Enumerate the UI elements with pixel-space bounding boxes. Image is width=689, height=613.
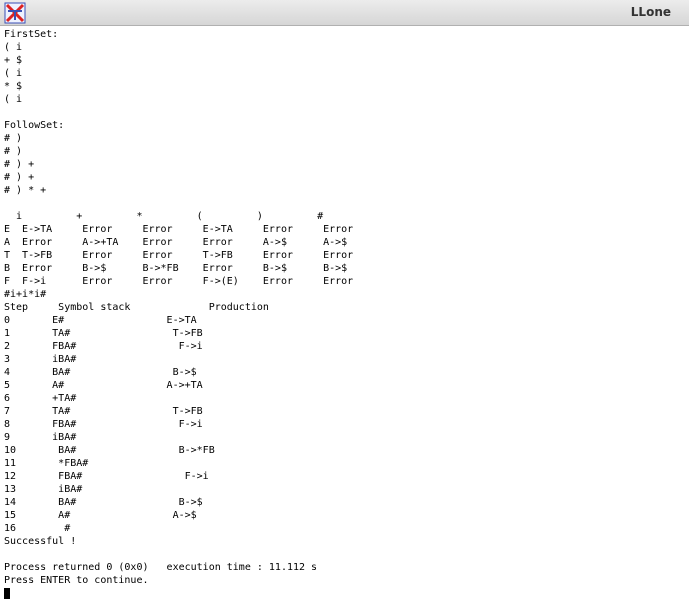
terminal-line: T T->FB Error Error T->FB Error Error — [4, 250, 354, 261]
terminal-line: + $ — [4, 55, 23, 66]
terminal-line: # ) + — [4, 172, 35, 183]
terminal-line: # ) — [4, 146, 23, 157]
terminal-line: E E->TA Error Error E->TA Error Error — [4, 224, 354, 235]
terminal-line: 10 BA# B->*FB — [4, 445, 215, 456]
terminal-line: 15 A# A->$ — [4, 510, 197, 521]
terminal-line: # ) * + — [4, 185, 47, 196]
terminal-line: 5 A# A->+TA — [4, 380, 203, 391]
terminal-line: 1 TA# T->FB — [4, 328, 203, 339]
terminal-line: ( i — [4, 42, 23, 53]
terminal-line: F F->i Error Error F->(E) Error Error — [4, 276, 354, 287]
terminal-line: 2 FBA# F->i — [4, 341, 203, 352]
terminal-line: ( i — [4, 94, 23, 105]
terminal-line: * $ — [4, 81, 23, 92]
terminal-line: ( i — [4, 68, 23, 79]
terminal-line: 8 FBA# F->i — [4, 419, 203, 430]
terminal-line: 7 TA# T->FB — [4, 406, 203, 417]
window-title: LLone — [630, 5, 671, 19]
terminal-line: 16 # — [4, 523, 71, 534]
terminal-line: i + * ( ) # — [4, 211, 324, 222]
terminal-line: Press ENTER to continue. — [4, 575, 149, 586]
x-terminal-icon[interactable] — [4, 2, 26, 24]
terminal-line: 11 *FBA# — [4, 458, 89, 469]
terminal-line: 13 iBA# — [4, 484, 83, 495]
terminal-line: Step Symbol stack Production — [4, 302, 269, 313]
terminal-line: FollowSet: — [4, 120, 65, 131]
terminal-line: A Error A->+TA Error Error A->$ A->$ — [4, 237, 348, 248]
title-bar: LLone — [0, 0, 689, 26]
terminal-line: #i+i*i# — [4, 289, 47, 300]
terminal-line: 14 BA# B->$ — [4, 497, 203, 508]
terminal-line: B Error B->$ B->*FB Error B->$ B->$ — [4, 263, 348, 274]
terminal-line: # ) + — [4, 159, 35, 170]
terminal-line: Process returned 0 (0x0) execution time … — [4, 562, 318, 573]
text-cursor — [4, 588, 10, 599]
terminal-output[interactable]: FirstSet: ( i + $ ( i * $ ( i FollowSet:… — [4, 28, 689, 613]
prompt-line — [4, 587, 689, 600]
terminal-line: 6 +TA# — [4, 393, 77, 404]
terminal-line: 9 iBA# — [4, 432, 77, 443]
terminal-line: # ) — [4, 133, 23, 144]
terminal-line: 4 BA# B->$ — [4, 367, 197, 378]
terminal-line: Successful ! — [4, 536, 77, 547]
terminal-line: 3 iBA# — [4, 354, 77, 365]
terminal-line: 12 FBA# F->i — [4, 471, 209, 482]
terminal-line: FirstSet: — [4, 29, 59, 40]
terminal-line: 0 E# E->TA — [4, 315, 197, 326]
